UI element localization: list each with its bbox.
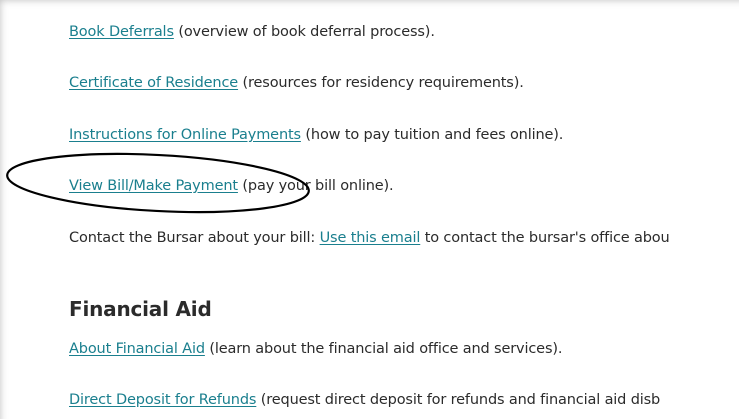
list-item-online-payments: Instructions for Online Payments (how to…	[69, 125, 563, 145]
view-bill-description: (pay your bill online).	[237, 178, 394, 194]
bursar-contact-suffix: to contact the bursar's office abou	[420, 230, 670, 246]
bursar-contact-line: Contact the Bursar about your bill: Use …	[69, 228, 670, 248]
direct-deposit-refunds-link[interactable]: Direct Deposit for Refunds	[69, 392, 256, 408]
bursar-contact-prefix: Contact the Bursar about your bill:	[69, 230, 320, 246]
list-item-direct-deposit: Direct Deposit for Refunds (request dire…	[69, 390, 660, 410]
list-item-about-financial-aid: About Financial Aid (learn about the fin…	[69, 339, 562, 359]
direct-deposit-description: (request direct deposit for refunds and …	[256, 392, 661, 408]
book-deferrals-description: (overview of book deferral process).	[173, 24, 435, 40]
view-bill-make-payment-link[interactable]: View Bill/Make Payment	[69, 178, 238, 194]
financial-aid-heading: Financial Aid	[69, 297, 212, 321]
about-financial-aid-link[interactable]: About Financial Aid	[69, 341, 205, 357]
about-financial-aid-description: (learn about the financial aid office an…	[204, 341, 563, 357]
book-deferrals-link[interactable]: Book Deferrals	[69, 24, 174, 40]
online-payments-instructions-link[interactable]: Instructions for Online Payments	[69, 127, 301, 143]
list-item-certificate-of-residence: Certificate of Residence (resources for …	[69, 73, 524, 93]
online-payments-description: (how to pay tuition and fees online).	[300, 127, 564, 143]
certificate-of-residence-description: (resources for residency requirements).	[238, 75, 524, 91]
certificate-of-residence-link[interactable]: Certificate of Residence	[69, 75, 238, 91]
list-item-view-bill: View Bill/Make Payment (pay your bill on…	[69, 176, 394, 196]
list-item-book-deferrals: Book Deferrals (overview of book deferra…	[69, 22, 435, 42]
bursar-email-link[interactable]: Use this email	[320, 230, 421, 246]
page: Book Deferrals (overview of book deferra…	[0, 0, 739, 419]
